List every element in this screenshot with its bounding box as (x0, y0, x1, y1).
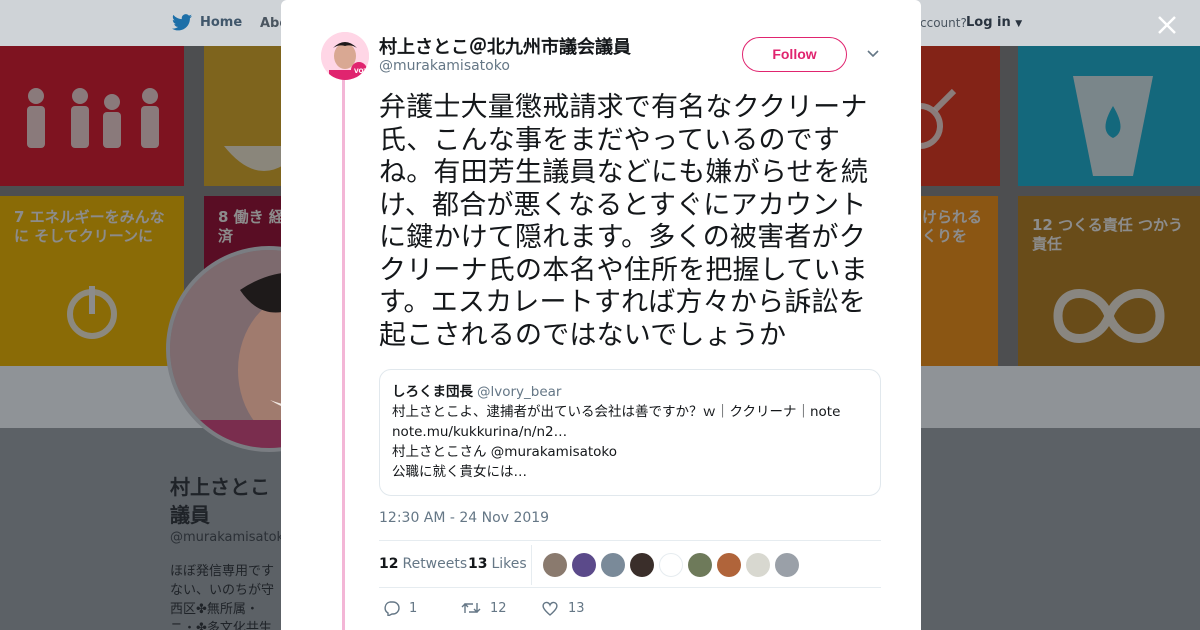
login-dropdown[interactable]: Log in ▼ (966, 15, 1022, 30)
like-count: 13 (568, 600, 585, 616)
nav-home[interactable]: Home (172, 14, 242, 31)
chevron-down-icon (867, 50, 879, 58)
quote-author-handle: @lvory_bear (477, 384, 562, 400)
liker-avatar[interactable] (717, 553, 741, 577)
profile-name: 村上さとこ 議員 (170, 475, 270, 527)
login-label: Log in (966, 15, 1011, 30)
reply-icon (384, 601, 400, 616)
author-handle[interactable]: @murakamisatoko (379, 58, 510, 74)
liker-avatar[interactable] (601, 553, 625, 577)
author-name[interactable]: 村上さとこ＠北九州市議会議員 (379, 33, 631, 59)
quote-line: 村上さとこさん @murakamisatoko (392, 444, 618, 460)
reply-count: 1 (409, 600, 418, 616)
twitter-bird-icon (172, 14, 192, 31)
retweets-count: 12 (379, 556, 399, 572)
liker-avatar[interactable] (775, 553, 799, 577)
profile-handle: @murakamisatok (170, 530, 285, 545)
chevron-down-icon: ▼ (1015, 19, 1023, 29)
account-prompt: ccount? (920, 16, 967, 30)
heart-icon (542, 601, 558, 616)
svg-text:VOTE: VOTE (354, 68, 369, 75)
retweet-button[interactable]: 12 (461, 600, 507, 616)
liker-avatar[interactable] (659, 553, 683, 577)
liker-avatar[interactable] (688, 553, 712, 577)
tweet-actions: 1 12 13 (379, 600, 679, 620)
likers-avatars (543, 553, 799, 577)
liker-avatar[interactable] (572, 553, 596, 577)
nav-home-label: Home (200, 15, 243, 30)
tweet-timestamp[interactable]: 12:30 AM - 24 Nov 2019 (379, 510, 549, 526)
retweet-icon (461, 603, 481, 613)
reply-button[interactable]: 1 (383, 600, 417, 616)
quoted-tweet[interactable]: しろくま団長 @lvory_bear 村上さとこよ、逮捕者が出ている会社は善ですか… (379, 369, 881, 496)
like-button[interactable]: 13 (541, 600, 585, 616)
tweet-text: 弁護士大量懲戒請求で有名なククリーナ氏、こんな事をまだやっているのですね。有田芳… (379, 92, 869, 351)
close-modal-button[interactable] (1152, 10, 1182, 40)
quote-line: 村上さとこよ、逮捕者が出ている会社は善ですか？ｗ｜ククリーナ｜note (392, 404, 841, 420)
thread-line (342, 80, 345, 630)
author-photo: VOTE (321, 32, 369, 80)
quote-author-name: しろくま団長 (392, 384, 473, 400)
author-avatar[interactable]: VOTE (321, 32, 369, 80)
liker-avatar[interactable] (630, 553, 654, 577)
stats-divider (531, 545, 532, 585)
liker-avatar[interactable] (746, 553, 770, 577)
quote-link: note.mu/kukkurina/n/n2… (392, 424, 568, 440)
liker-avatar[interactable] (543, 553, 567, 577)
tweet-stats: 12 Retweets 13 Likes (379, 540, 881, 588)
quote-line: 公職に就く貴女には… (392, 464, 527, 480)
retweet-count: 12 (490, 600, 507, 616)
retweets-label: Retweets (402, 556, 468, 572)
tweet-modal: VOTE 村上さとこ＠北九州市議会議員 @murakamisatoko Foll… (281, 0, 921, 630)
more-options-button[interactable] (865, 46, 881, 62)
likes-count: 13 (468, 556, 488, 572)
likes-stat[interactable]: 13 Likes (468, 556, 527, 572)
follow-button[interactable]: Follow (742, 37, 847, 72)
retweets-stat[interactable]: 12 Retweets (379, 556, 467, 572)
quote-header: しろくま団長 @lvory_bear (392, 382, 868, 402)
profile-bio: ほぼ発信専用です ない、いのちが守 西区✤無所属・ ニ・✤多文化共生 (170, 564, 275, 630)
likes-label: Likes (491, 556, 527, 572)
close-icon (1158, 16, 1176, 34)
